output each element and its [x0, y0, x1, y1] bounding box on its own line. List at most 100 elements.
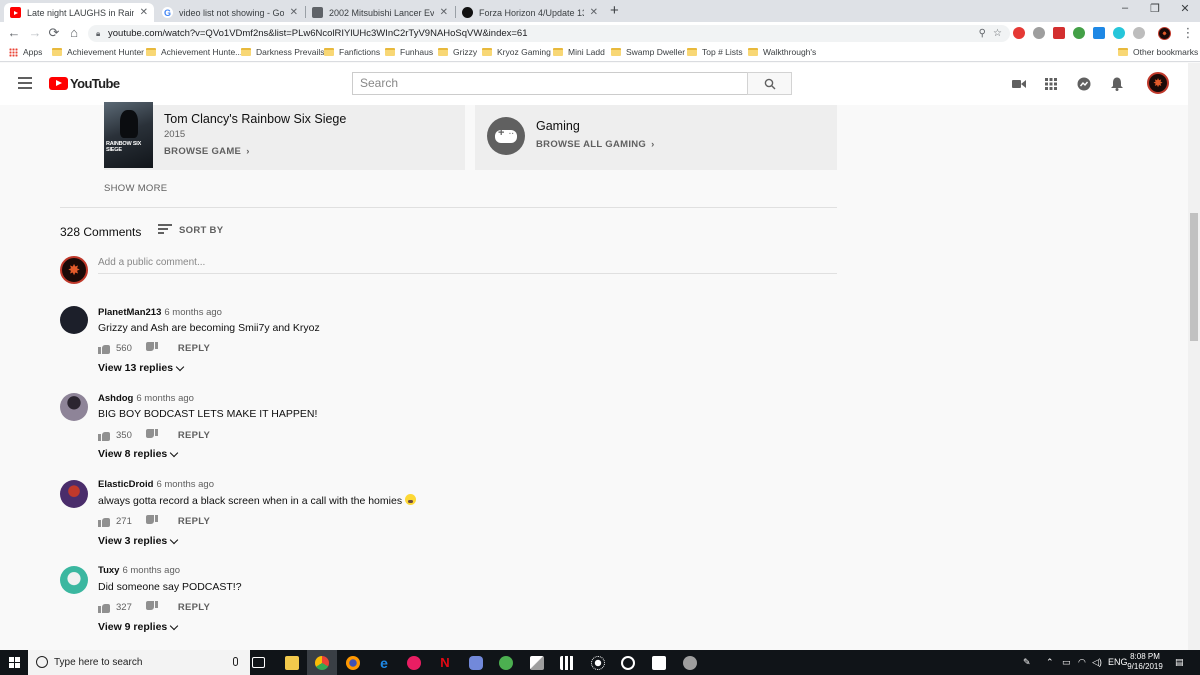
bookmark-folder[interactable]: Funhaus [385, 47, 433, 57]
view-replies-button[interactable]: View 8 replies [98, 448, 179, 460]
bookmark-folder[interactable]: Achievement Hunter [52, 47, 144, 57]
commenter-avatar[interactable] [60, 480, 88, 508]
add-comment-input[interactable]: Add a public comment... [98, 257, 837, 274]
view-replies-button[interactable]: View 3 replies [98, 535, 179, 547]
bookmark-folder[interactable]: Mini Ladd [553, 47, 605, 57]
search-button[interactable] [747, 72, 792, 95]
reload-icon[interactable]: ⟳ [46, 25, 62, 41]
comment-author[interactable]: PlanetMan213 [98, 307, 161, 318]
reply-button[interactable]: REPLY [178, 343, 210, 354]
discord-icon[interactable] [469, 656, 483, 670]
zoom-search-icon[interactable]: ⚲ [979, 25, 986, 42]
show-hidden-icons-icon[interactable]: ⌃ [1046, 657, 1054, 668]
tab-youtube-video[interactable]: Late night LAUGHS in Rainbow S ✕ [4, 3, 154, 22]
view-replies-button[interactable]: View 9 replies [98, 621, 179, 633]
bookmark-folder[interactable]: Darkness Prevails [241, 47, 325, 57]
chrome-icon[interactable] [315, 656, 329, 670]
netflix-icon[interactable]: N [438, 656, 452, 670]
profile-avatar-icon[interactable] [1158, 27, 1171, 40]
volume-icon[interactable]: ◁) [1092, 657, 1102, 668]
extension-icon[interactable] [1133, 27, 1145, 39]
close-tab-icon[interactable]: ✕ [140, 7, 148, 18]
edge-icon[interactable]: e [377, 656, 391, 670]
home-icon[interactable]: ⌂ [66, 25, 82, 41]
restore-button[interactable]: ❐ [1140, 2, 1170, 15]
movies-icon[interactable] [560, 656, 574, 670]
hamburger-menu-icon[interactable] [18, 77, 32, 89]
reply-button[interactable]: REPLY [178, 516, 210, 527]
messages-icon[interactable] [1076, 76, 1092, 92]
comment-time[interactable]: 6 months ago [164, 307, 222, 318]
dislike-thumb-icon[interactable] [145, 342, 158, 354]
dislike-thumb-icon[interactable] [145, 601, 158, 613]
create-video-icon[interactable] [1011, 76, 1027, 92]
dislike-thumb-icon[interactable] [145, 429, 158, 441]
commenter-avatar[interactable] [60, 393, 88, 421]
reply-button[interactable]: REPLY [178, 602, 210, 613]
browse-all-gaming-link[interactable]: BROWSE ALL GAMING › [536, 139, 655, 150]
new-tab-button[interactable]: + [610, 2, 619, 19]
search-input[interactable]: Search [352, 72, 748, 95]
account-avatar[interactable] [1147, 72, 1169, 94]
green-app-icon[interactable] [499, 656, 513, 670]
comment-author[interactable]: ElasticDroid [98, 479, 153, 490]
back-arrow-icon[interactable]: ← [6, 25, 22, 41]
like-thumb-icon[interactable] [98, 515, 110, 527]
tray-app-icon[interactable] [683, 656, 697, 670]
extension-icon[interactable] [1013, 27, 1025, 39]
minimize-button[interactable]: – [1110, 2, 1140, 14]
sort-by-button[interactable]: SORT BY [158, 224, 223, 236]
extension-icon[interactable] [1033, 27, 1045, 39]
browser-menu-icon[interactable]: ⋮ [1180, 25, 1196, 41]
show-more-button[interactable]: SHOW MORE [104, 183, 167, 194]
like-thumb-icon[interactable] [98, 429, 110, 441]
taskbar-search-input[interactable]: Type here to search [28, 650, 250, 675]
bookmark-folder[interactable]: Top # Lists [687, 47, 743, 57]
photos-icon[interactable] [530, 656, 544, 670]
updater-icon[interactable] [621, 656, 635, 670]
like-thumb-icon[interactable] [98, 601, 110, 613]
comment-author[interactable]: Ashdog [98, 393, 133, 404]
notifications-bell-icon[interactable] [1109, 76, 1125, 92]
extension-icon[interactable] [1113, 27, 1125, 39]
reply-button[interactable]: REPLY [178, 430, 210, 441]
forward-arrow-icon[interactable]: → [27, 25, 43, 41]
windows-start-icon[interactable] [9, 657, 20, 668]
task-view-icon[interactable] [252, 657, 265, 668]
other-bookmarks[interactable]: Other bookmarks [1118, 47, 1198, 57]
wifi-icon[interactable]: ◠ [1078, 657, 1086, 668]
bookmark-star-icon[interactable]: ☆ [993, 25, 1002, 42]
brightness-icon[interactable] [591, 656, 605, 670]
close-tab-icon[interactable]: ✕ [590, 7, 598, 18]
extension-icon[interactable] [1073, 27, 1085, 39]
bookmark-folder[interactable]: Walkthrough's [748, 47, 816, 57]
commenter-avatar[interactable] [60, 306, 88, 334]
file-explorer-icon[interactable] [285, 656, 299, 670]
apps-grid-icon[interactable] [1043, 76, 1059, 92]
scrollbar-thumb[interactable] [1190, 213, 1198, 341]
bookmark-folder[interactable]: Swamp Dweller [611, 47, 685, 57]
view-replies-button[interactable]: View 13 replies [98, 362, 185, 374]
close-window-button[interactable]: ✕ [1170, 2, 1200, 15]
browse-game-link[interactable]: BROWSE GAME › [164, 146, 250, 157]
firefox-icon[interactable] [346, 656, 360, 670]
comment-time[interactable]: 6 months ago [136, 393, 194, 404]
game-title[interactable]: Tom Clancy's Rainbow Six Siege [164, 112, 346, 126]
comment-time[interactable]: 6 months ago [156, 479, 214, 490]
category-title[interactable]: Gaming [536, 119, 580, 133]
like-thumb-icon[interactable] [98, 342, 110, 354]
network-icon[interactable]: ▭ [1062, 657, 1071, 668]
page-scrollbar[interactable] [1188, 63, 1200, 650]
extension-icon[interactable] [1053, 27, 1065, 39]
close-tab-icon[interactable]: ✕ [290, 7, 298, 18]
bookmark-folder[interactable]: Achievement Hunte... [146, 47, 242, 57]
close-tab-icon[interactable]: ✕ [440, 7, 448, 18]
pen-icon[interactable]: ✎ [1023, 657, 1031, 668]
extension-icon[interactable] [1093, 27, 1105, 39]
store-icon[interactable] [652, 656, 666, 670]
category-card[interactable] [475, 105, 837, 170]
tab-forza-wiki[interactable]: Forza Horizon 4/Update 13/Wint ✕ [456, 3, 604, 22]
tab-mitsubishi[interactable]: 2002 Mitsubishi Lancer Evolution ✕ [306, 3, 454, 22]
commenter-avatar[interactable] [60, 566, 88, 594]
microphone-icon[interactable] [233, 657, 238, 666]
